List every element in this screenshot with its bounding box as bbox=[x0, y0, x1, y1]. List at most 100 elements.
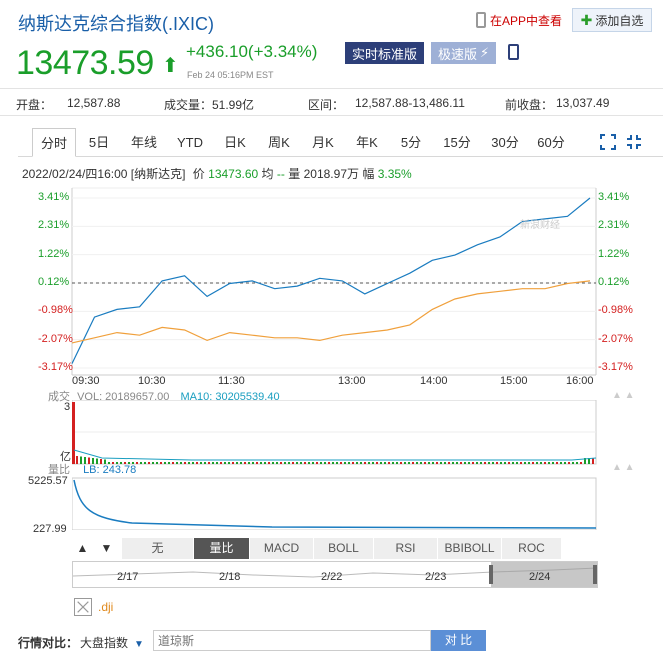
volume-bar bbox=[236, 462, 238, 464]
volume-bar bbox=[344, 462, 346, 464]
info-avg: -- bbox=[276, 167, 285, 181]
volume-bar bbox=[376, 462, 378, 464]
volume-bar bbox=[200, 462, 202, 464]
lb-bottom-tick: 227.99 bbox=[33, 523, 67, 535]
volume-bar bbox=[212, 462, 214, 464]
volume-bar bbox=[160, 462, 162, 464]
tab-60min[interactable]: 60分 bbox=[530, 128, 572, 157]
volume-top-tick: 3 bbox=[64, 401, 71, 413]
volume-bar bbox=[496, 462, 498, 464]
realtime-standard-button[interactable]: 实时标准版 bbox=[345, 42, 425, 64]
volume-bar bbox=[404, 462, 406, 464]
lightning-icon: ⚡ bbox=[480, 45, 490, 60]
indicator-rsi[interactable]: RSI bbox=[374, 538, 438, 559]
volume-bar bbox=[500, 462, 502, 464]
tab-monthly-k[interactable]: 月K bbox=[304, 128, 342, 157]
tab-30min[interactable]: 30分 bbox=[484, 128, 526, 157]
tab-daily-k[interactable]: 日K bbox=[216, 128, 254, 157]
tab-yearline[interactable]: 年线 bbox=[124, 128, 164, 157]
up-arrow-icon[interactable]: ▲ bbox=[72, 538, 94, 559]
volume-bar bbox=[152, 462, 154, 464]
quote-timestamp: Feb 24 05:16PM EST bbox=[187, 70, 274, 80]
close-compare-icon[interactable] bbox=[74, 598, 92, 616]
compare-button[interactable]: 对 比 bbox=[431, 630, 486, 651]
y-tick-right: 0.12% bbox=[598, 276, 630, 288]
fullscreen-icon[interactable] bbox=[600, 134, 616, 150]
x-tick: 09:30 bbox=[72, 375, 100, 387]
compare-select-value: 大盘指数 bbox=[80, 636, 129, 650]
volume-bar bbox=[388, 462, 390, 464]
compare-input[interactable] bbox=[153, 630, 431, 651]
volume-bar bbox=[164, 462, 166, 464]
volume-bar bbox=[392, 462, 394, 464]
fast-version-label: 极速版 bbox=[438, 46, 478, 62]
y-tick-left: 0.12% bbox=[38, 276, 70, 288]
volume-bar bbox=[400, 462, 402, 464]
volume-bar bbox=[412, 462, 414, 464]
y-tick-right: -2.07% bbox=[598, 332, 633, 345]
info-price: 13473.60 bbox=[208, 167, 259, 181]
range-label: 区间： bbox=[308, 98, 345, 112]
tab-intraday[interactable]: 分时 bbox=[32, 128, 76, 157]
indicator-lb[interactable]: 量比 bbox=[194, 538, 250, 559]
add-favorite-button[interactable]: ✚ 添加自选 bbox=[572, 8, 652, 32]
volume-bar bbox=[328, 462, 330, 464]
tab-5day[interactable]: 5日 bbox=[80, 128, 118, 157]
tab-15min[interactable]: 15分 bbox=[436, 128, 478, 157]
volume-bar bbox=[460, 462, 462, 464]
indicator-macd[interactable]: MACD bbox=[250, 538, 314, 559]
info-vol: 2018.97万 bbox=[303, 167, 359, 181]
view-in-app-link[interactable]: 在APP中查看 bbox=[476, 10, 562, 30]
indicator-boll[interactable]: BOLL bbox=[314, 538, 374, 559]
y-tick-right: 2.31% bbox=[598, 219, 630, 232]
volume-bar bbox=[220, 462, 222, 464]
tab-5min[interactable]: 5分 bbox=[392, 128, 430, 157]
mobile-icon[interactable] bbox=[508, 44, 519, 60]
volume-bar bbox=[224, 462, 226, 464]
volume-bar bbox=[372, 462, 374, 464]
open-label: 开盘： bbox=[16, 98, 53, 112]
volume-bar bbox=[576, 462, 578, 464]
indicator-roc[interactable]: ROC bbox=[502, 538, 562, 559]
volume-bar bbox=[540, 462, 542, 464]
volume-bar bbox=[228, 462, 230, 464]
volume-bar bbox=[504, 462, 506, 464]
tab-yearly-k[interactable]: 年K bbox=[348, 128, 386, 157]
fast-version-button[interactable]: 极速版 ⚡ bbox=[431, 42, 497, 64]
volume-bar bbox=[264, 462, 266, 464]
volume-bar bbox=[168, 462, 170, 464]
watermark: 新浪财经 bbox=[520, 218, 560, 231]
tab-weekly-k[interactable]: 周K bbox=[260, 128, 298, 157]
tab-ytd[interactable]: YTD bbox=[170, 128, 210, 157]
add-favorite-label: 添加自选 bbox=[595, 13, 644, 28]
compare-select[interactable]: 大盘指数 ▼ bbox=[80, 634, 144, 651]
indicator-bbiboll[interactable]: BBIBOLL bbox=[438, 538, 502, 559]
date-label-0223: 2/23 bbox=[425, 571, 447, 583]
lb-top-tick: 5225.57 bbox=[28, 475, 68, 487]
volume-bar bbox=[440, 462, 442, 464]
volume-bar bbox=[256, 462, 258, 464]
stats-bar: 开盘： 12,587.88 成交量： 51.99亿 区间： 12,587.88-… bbox=[0, 88, 663, 116]
date-range-slider[interactable]: 2/17 2/18 2/22 2/23 2/24 bbox=[72, 561, 598, 588]
y-tick-left: 2.31% bbox=[38, 219, 70, 232]
volume-bar bbox=[452, 462, 454, 464]
volume-bar bbox=[292, 462, 294, 464]
intraday-chart[interactable]: 新浪财经 bbox=[0, 180, 663, 390]
volume-bar bbox=[208, 462, 210, 464]
down-arrow-icon[interactable]: ▼ bbox=[96, 538, 118, 559]
volume-bar bbox=[304, 462, 306, 464]
volume-bar bbox=[284, 462, 286, 464]
collapse-icon[interactable]: ▲ ▲ bbox=[612, 390, 635, 401]
collapse-lb-icon[interactable]: ▲ ▲ bbox=[612, 462, 635, 473]
volume-bar bbox=[568, 462, 570, 464]
prev-close-value: 13,037.49 bbox=[556, 96, 610, 110]
date-label-0217: 2/17 bbox=[117, 571, 139, 583]
volume-value: 51.99亿 bbox=[212, 98, 255, 112]
indicator-none[interactable]: 无 bbox=[122, 538, 194, 559]
y-tick-left: 3.41% bbox=[38, 191, 70, 203]
volume-bar bbox=[408, 462, 410, 464]
volume-bar bbox=[144, 462, 146, 464]
volume-bar bbox=[312, 462, 314, 464]
volume-bar bbox=[456, 462, 458, 464]
shrink-icon[interactable] bbox=[626, 134, 642, 150]
